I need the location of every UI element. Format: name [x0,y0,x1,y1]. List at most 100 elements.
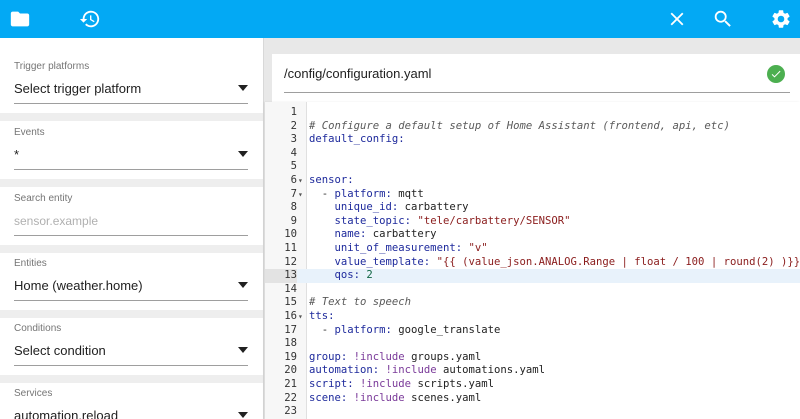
trigger-platforms-label: Trigger platforms [14,61,90,72]
code-text: group: !include groups.yaml [309,350,482,363]
code-line[interactable]: 1 [265,106,800,120]
line-number: 9 [290,214,297,227]
fold-toggle-icon[interactable]: ▾ [298,188,307,202]
code-text: qos: 2 [334,269,373,282]
code-text: sensor: [309,174,354,186]
code-text: name: carbattery [334,228,437,241]
code-line[interactable]: 4 [265,147,800,161]
code-line[interactable]: 10 name: carbattery [265,228,800,242]
events-label: Events [14,127,45,138]
services-select[interactable]: automation.reload [14,401,248,419]
code-editor[interactable]: 1 2 # Configure a default setup of Home As… [265,102,800,419]
code-line[interactable]: 9 state_topic: "tele/carbattery/SENSOR" [265,215,800,229]
code-text: # Text to speech [309,296,412,309]
services-label: Services [14,388,53,399]
entities-field: Entities Home (weather.home) [14,257,248,301]
settings-icon[interactable] [769,7,793,31]
code-text: - platform: google_translate [309,323,501,336]
fold-toggle-icon[interactable]: ▾ [298,310,307,324]
code-line[interactable]: 15 # Text to speech [265,296,800,310]
line-number: 7 [290,187,297,200]
services-value: automation.reload [14,408,119,419]
search-entity-placeholder: sensor.example [14,213,99,228]
code-line[interactable]: 21 script: !include scripts.yaml [265,378,800,392]
line-number: 12 [284,255,297,268]
code-line[interactable]: 14 [265,283,800,297]
code-text: unit_of_measurement: "v" [334,242,488,254]
code-line[interactable]: 3 default_config: [265,133,800,147]
conditions-value: Select condition [14,343,106,358]
file-path-bar: /config/configuration.yaml [272,54,800,94]
code-line[interactable]: 5 [265,160,800,174]
check-circle-icon [767,65,785,83]
dropdown-arrow-icon [238,412,248,418]
code-line[interactable]: 13 qos: 2 [265,269,800,283]
entities-value: Home (weather.home) [14,278,143,293]
code-line[interactable]: 6 ▾ sensor: [265,174,800,188]
file-path: /config/configuration.yaml [284,66,432,81]
fold-toggle-icon[interactable]: ▾ [298,174,307,188]
line-number: 17 [284,323,297,336]
code-text: state_topic: "tele/carbattery/SENSOR" [334,214,571,227]
search-icon[interactable] [711,7,735,31]
folder-icon[interactable] [8,7,32,31]
dropdown-arrow-icon [238,85,248,91]
search-entity-input[interactable]: sensor.example [14,206,248,236]
line-number: 15 [284,296,297,309]
code-text: # Configure a default setup of Home Assi… [309,119,730,132]
sidebar: Trigger platforms Select trigger platfor… [0,38,264,419]
divider [0,245,263,253]
code-line[interactable]: 22 scene: !include scenes.yaml [265,392,800,406]
line-number: 8 [290,201,297,214]
code-line[interactable]: 18 [265,337,800,351]
line-number: 11 [284,242,297,254]
code-text: value_template: "{{ (value_json.ANALOG.R… [334,255,800,268]
dropdown-arrow-icon [238,347,248,353]
divider [0,179,263,187]
code-line[interactable]: 23 [265,405,800,419]
line-number: 2 [290,119,297,132]
line-number: 3 [290,133,297,146]
entities-label: Entities [14,258,47,269]
code-line[interactable]: 2 # Configure a default setup of Home Ass… [265,120,800,134]
trigger-platform-value: Select trigger platform [14,81,142,96]
history-icon[interactable] [78,7,102,31]
code-text: - platform: mqtt [309,187,424,200]
code-line[interactable]: 8 unique_id: carbattery [265,201,800,215]
divider [0,310,263,318]
code-line[interactable]: 12 value_template: "{{ (value_json.ANALO… [265,256,800,270]
events-select[interactable]: * [14,140,248,170]
conditions-label: Conditions [14,323,62,334]
close-icon[interactable] [665,7,689,31]
line-number: 18 [284,337,297,350]
divider [0,113,263,121]
top-toolbar [0,0,800,38]
code-line[interactable]: 11 unit_of_measurement: "v" [265,242,800,256]
code-line[interactable]: 17 - platform: google_translate [265,324,800,338]
code-text: script: !include scripts.yaml [309,378,494,390]
code-text: unique_id: carbattery [334,201,469,214]
services-field: Services automation.reload [14,387,248,419]
line-number: 6 [290,174,297,186]
file-path-underline [284,92,790,93]
search-entity-label: Search entity [14,193,73,204]
code-line[interactable]: 16 ▾ tts: [265,310,800,324]
dropdown-arrow-icon [238,151,248,157]
line-number: 23 [284,405,297,418]
code-text: scene: !include scenes.yaml [309,391,482,404]
trigger-platform-select[interactable]: Select trigger platform [14,74,248,104]
conditions-field: Conditions Select condition [14,322,248,366]
line-number: 13 [265,269,297,283]
divider [0,375,263,383]
dropdown-arrow-icon [238,282,248,288]
line-number: 21 [284,378,297,390]
code-text: automation: !include automations.yaml [309,364,546,377]
entities-select[interactable]: Home (weather.home) [14,271,248,301]
code-line[interactable]: 19 group: !include groups.yaml [265,351,800,365]
events-field: Events * [14,126,248,170]
conditions-select[interactable]: Select condition [14,336,248,366]
code-line[interactable]: 7 ▾ - platform: mqtt [265,188,800,202]
code-text: tts: [309,310,335,322]
line-number: 16 [284,310,297,322]
code-line[interactable]: 20 automation: !include automations.yaml [265,364,800,378]
